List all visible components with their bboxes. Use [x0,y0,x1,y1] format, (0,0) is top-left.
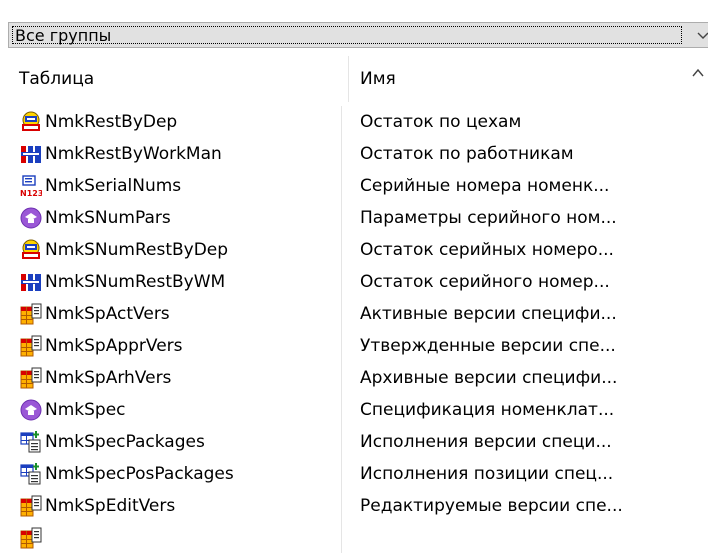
storage-icon [20,111,42,133]
cell-name: Утвержденные версии спе... [360,336,616,356]
table-icon [20,495,42,517]
table-icon [20,335,42,357]
svg-text:N123: N123 [20,189,42,197]
serial-number-icon: N123 [20,175,43,198]
table-icon [20,303,42,325]
table-icon [20,527,42,549]
cell-table: NmkRestByDep [17,106,347,138]
table-row[interactable] [8,522,688,553]
cell-table: NmkSpecPosPackages [17,458,347,490]
table-name-label: NmkSNumPars [45,208,171,228]
cell-name [360,522,686,553]
column-header-table[interactable]: Таблица [8,56,349,102]
cell-table: NmkSpApprVers [17,330,347,362]
cell-table: NmkSNumPars [17,202,347,234]
cell-table: NmkSNumRestByWM [17,266,347,298]
cell-name: Остаток по работникам [360,144,574,164]
table-name-label: NmkSpecPosPackages [45,464,234,484]
table-row[interactable]: NmkSpActVers Активные версии специфи... [8,298,688,330]
cell-name: Исполнения версии специ... [360,432,612,452]
table-name-label: NmkSpActVers [45,304,170,324]
table-browser: Все группы Таблица Имя NmkRestByDep Остат… [0,0,708,553]
cell-table: NmkSpecPackages [17,426,347,458]
table-row[interactable]: NmkSpApprVers Утвержденные версии спе... [8,330,688,362]
table-name-label: NmkSpEditVers [45,496,176,516]
table-row[interactable]: N123 NmkSerialNums Серийные номера номенк… [8,170,688,202]
parameters-icon [20,399,42,421]
cell-table: NmkSpec [17,394,347,426]
table-name-label: NmkRestByDep [45,112,178,132]
table-name-label: NmkSNumRestByDep [45,240,229,260]
table-name-label: NmkRestByWorkMan [45,144,222,164]
scroll-up-arrow-icon[interactable] [690,66,706,80]
register-icon [20,271,42,293]
table-row[interactable]: NmkSpEditVers Редактируемые версии спе... [8,490,688,522]
table-row[interactable]: NmkSpArhVers Архивные версии специфи... [8,362,688,394]
cell-name: Архивные версии специфи... [360,368,618,388]
table-row[interactable]: NmkRestByDep Остаток по цехам [8,106,688,138]
cell-name: Остаток по цехам [360,112,522,132]
storage-icon [20,239,42,261]
cell-name: Параметры серийного ном... [360,208,617,228]
table-name-label: NmkSerialNums [45,176,182,196]
cell-table: NmkSpActVers [17,298,347,330]
cell-name: Исполнения позиции спец... [360,464,614,484]
register-icon [20,143,42,165]
group-filter-value: Все группы [15,26,112,45]
cell-name: Редактируемые версии спе... [360,496,623,516]
cell-name: Спецификация номенклат... [360,400,615,420]
column-header-name[interactable]: Имя [349,56,688,102]
table-header: Таблица Имя [8,56,688,102]
parameters-icon [20,207,42,229]
table-row[interactable]: NmkSpecPackages Исполнения версии специ..… [8,426,688,458]
cell-table [17,522,347,553]
cell-name: Остаток серийного номер... [360,272,610,292]
vertical-scrollbar[interactable] [688,56,708,553]
cell-table: NmkRestByWorkMan [17,138,347,170]
combobox-focus-rect [12,26,682,44]
group-filter-combobox[interactable]: Все группы [8,22,708,48]
cell-table: NmkSNumRestByDep [17,234,347,266]
cell-table: NmkSpArhVers [17,362,347,394]
table-icon [20,367,42,389]
table-row[interactable]: NmkRestByWorkMan Остаток по работникам [8,138,688,170]
table-row[interactable]: NmkSNumRestByDep Остаток серийных номеро.… [8,234,688,266]
table-name-label: NmkSpApprVers [45,336,183,356]
table-name-label: NmkSNumRestByWM [45,272,226,292]
table-row[interactable]: NmkSNumRestByWM Остаток серийного номер..… [8,266,688,298]
table-row[interactable]: NmkSpec Спецификация номенклат... [8,394,688,426]
cell-table: N123 NmkSerialNums [17,170,347,202]
cell-table: NmkSpEditVers [17,490,347,522]
chevron-down-icon[interactable] [694,27,708,45]
table-name-label: NmkSpec [45,400,126,420]
table-row[interactable]: NmkSpecPosPackages Исполнения позиции спе… [8,458,688,490]
cell-name: Активные версии специфи... [360,304,617,324]
package-icon [20,431,42,453]
cell-name: Остаток серийных номеро... [360,240,614,260]
package-icon [20,463,42,485]
cell-name: Серийные номера номенк... [360,176,610,196]
table-name-label: NmkSpecPackages [45,432,205,452]
table-name-label: NmkSpArhVers [45,368,172,388]
table-row[interactable]: NmkSNumPars Параметры серийного ном... [8,202,688,234]
